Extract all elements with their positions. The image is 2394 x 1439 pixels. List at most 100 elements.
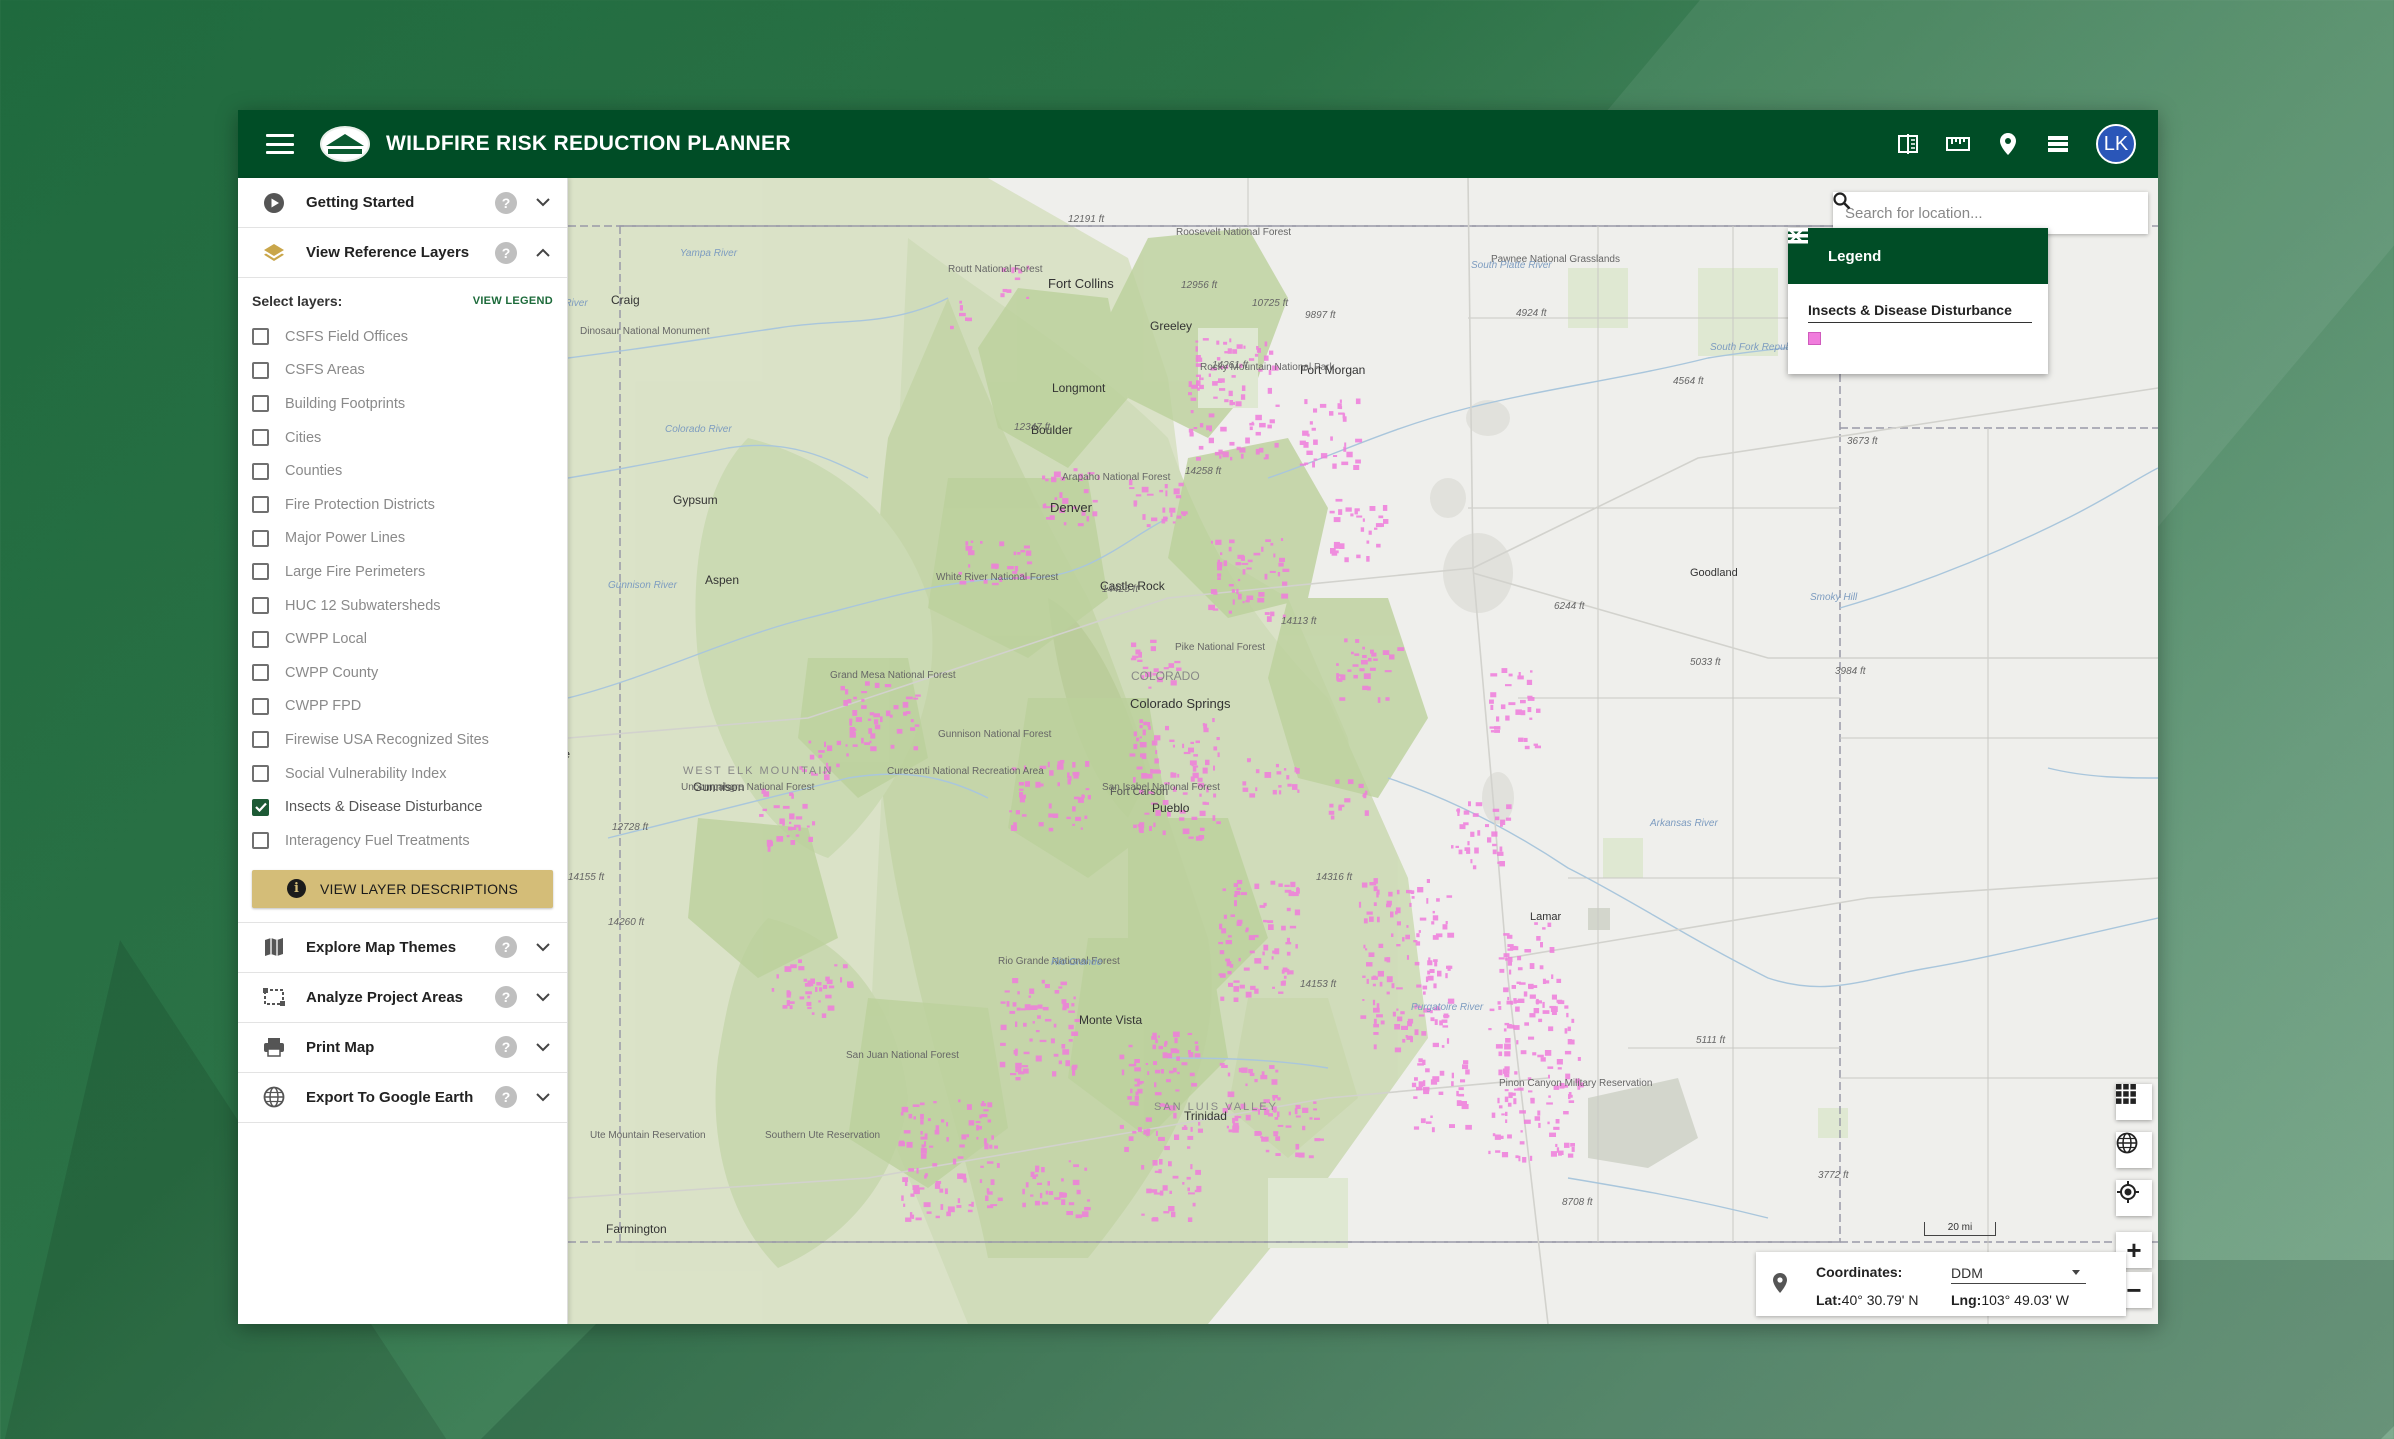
chevron-down-icon[interactable] — [533, 1037, 553, 1057]
section-analyze-project-areas[interactable]: Analyze Project Areas ? — [238, 973, 567, 1023]
chevron-down-icon[interactable] — [533, 987, 553, 1007]
checkbox[interactable] — [252, 664, 269, 682]
disturbance-patch — [1329, 510, 1335, 514]
disturbance-patch — [1148, 686, 1152, 689]
layer-item[interactable]: Social Vulnerability Index — [252, 757, 553, 791]
disturbance-patch — [1297, 789, 1300, 793]
layer-item[interactable]: CWPP County — [252, 656, 553, 690]
location-search-input[interactable] — [1845, 204, 2116, 222]
disturbance-patch — [884, 684, 892, 688]
layer-item[interactable]: HUC 12 Subwatersheds — [252, 589, 553, 623]
disturbance-patch — [1199, 377, 1202, 381]
section-view-reference-layers[interactable]: View Reference Layers ? — [238, 228, 567, 278]
ruler-icon[interactable] — [1946, 132, 1970, 156]
help-icon[interactable]: ? — [495, 191, 517, 214]
disturbance-patch — [1087, 795, 1091, 800]
layer-item[interactable]: Counties — [252, 454, 553, 488]
disturbance-patch — [959, 1144, 965, 1148]
disturbance-patch — [1159, 1159, 1163, 1165]
disturbance-patch — [845, 744, 848, 747]
search-icon[interactable] — [1833, 192, 2138, 224]
checkbox-checked[interactable] — [252, 798, 269, 816]
help-icon[interactable]: ? — [495, 241, 517, 264]
compare-icon[interactable] — [1896, 132, 1920, 156]
section-print-map[interactable]: Print Map ? — [238, 1023, 567, 1073]
lat-value: 40° 30.79' N — [1841, 1292, 1919, 1308]
layer-item[interactable]: CWPP FPD — [252, 690, 553, 724]
chevron-up-icon[interactable] — [533, 243, 553, 263]
elevation-label: 4924 ft — [1516, 308, 1548, 319]
disturbance-patch — [980, 541, 983, 544]
checkbox[interactable] — [252, 529, 269, 547]
help-icon[interactable]: ? — [495, 986, 517, 1008]
layer-item[interactable]: CSFS Areas — [252, 354, 553, 388]
elevation-label: 3984 ft — [1835, 666, 1867, 677]
layer-item[interactable]: Insects & Disease Disturbance — [252, 790, 553, 824]
help-icon[interactable]: ? — [495, 1086, 517, 1108]
checkbox[interactable] — [252, 731, 269, 749]
disturbance-patch — [1232, 599, 1235, 605]
checkbox[interactable] — [252, 462, 269, 480]
hamburger-menu-icon[interactable] — [266, 134, 294, 154]
coordinate-format-select[interactable]: DDM — [1951, 1262, 2086, 1284]
section-explore-map-themes[interactable]: Explore Map Themes ? — [238, 923, 567, 973]
layer-item[interactable]: Interagency Fuel Treatments — [252, 824, 553, 858]
disturbance-patch — [1240, 453, 1244, 459]
checkbox[interactable] — [252, 429, 269, 447]
checkbox[interactable] — [252, 832, 269, 850]
checkbox[interactable] — [252, 395, 269, 413]
disturbance-patch — [1233, 894, 1238, 898]
layer-item[interactable]: CWPP Local — [252, 622, 553, 656]
layer-item[interactable]: Firewise USA Recognized Sites — [252, 723, 553, 757]
user-avatar[interactable]: LK — [2096, 124, 2136, 164]
help-icon[interactable]: ? — [495, 936, 517, 958]
section-getting-started[interactable]: Getting Started ? — [238, 178, 567, 228]
disturbance-patch — [1359, 668, 1365, 672]
basemap-grid-icon[interactable] — [2116, 1084, 2152, 1120]
chevron-down-icon[interactable] — [533, 193, 553, 213]
disturbance-patch — [1238, 957, 1241, 962]
disturbance-patch — [1264, 772, 1272, 778]
disturbance-patch — [1145, 773, 1153, 779]
checkbox[interactable] — [252, 563, 269, 581]
layers-list-icon[interactable] — [2046, 132, 2070, 156]
layer-item[interactable]: CSFS Field Offices — [252, 320, 553, 354]
layer-item[interactable]: Major Power Lines — [252, 522, 553, 556]
checkbox[interactable] — [252, 361, 269, 379]
checkbox[interactable] — [252, 765, 269, 783]
elevation-label: 12347 ft — [1014, 422, 1051, 433]
disturbance-patch — [1373, 1032, 1379, 1035]
checkbox[interactable] — [252, 630, 269, 648]
disturbance-patch — [1249, 793, 1256, 798]
view-layer-descriptions-button[interactable]: i VIEW LAYER DESCRIPTIONS — [252, 869, 553, 908]
globe-icon[interactable] — [2116, 1132, 2152, 1168]
help-icon[interactable]: ? — [495, 1036, 517, 1058]
layer-item[interactable]: Cities — [252, 421, 553, 455]
layer-item[interactable]: Large Fire Perimeters — [252, 555, 553, 589]
disturbance-patch — [1182, 743, 1185, 749]
checkbox[interactable] — [252, 697, 269, 715]
location-pin-icon[interactable] — [1996, 132, 2020, 156]
disturbance-patch — [946, 1211, 951, 1217]
disturbance-patch — [1195, 374, 1201, 377]
disturbance-patch — [825, 994, 832, 999]
section-export-google-earth[interactable]: Export To Google Earth ? — [238, 1073, 567, 1123]
view-legend-link[interactable]: VIEW LEGEND — [473, 295, 553, 307]
chevron-down-icon[interactable] — [533, 937, 553, 957]
my-location-icon[interactable] — [2116, 1180, 2152, 1216]
forest-label: Grand Mesa National Forest — [830, 670, 956, 681]
checkbox[interactable] — [252, 328, 269, 346]
elevation-label: 6244 ft — [1554, 601, 1586, 612]
disturbance-patch — [1498, 1069, 1503, 1076]
app-window: WILDFIRE RISK REDUCTION PLANNER LK Getti… — [238, 110, 2158, 1324]
checkbox[interactable] — [252, 496, 269, 514]
layer-item[interactable]: Building Footprints — [252, 387, 553, 421]
layer-label: CSFS Areas — [285, 362, 365, 379]
disturbance-patch — [1259, 905, 1266, 908]
chevron-down-icon[interactable] — [533, 1087, 553, 1107]
checkbox[interactable] — [252, 597, 269, 615]
map-view[interactable]: CheyenneSidneyFort CollinsGreeleyFort Mo… — [568, 178, 2158, 1324]
layer-item[interactable]: Fire Protection Districts — [252, 488, 553, 522]
disturbance-patch — [1513, 1098, 1517, 1105]
close-icon[interactable] — [1789, 229, 2028, 266]
